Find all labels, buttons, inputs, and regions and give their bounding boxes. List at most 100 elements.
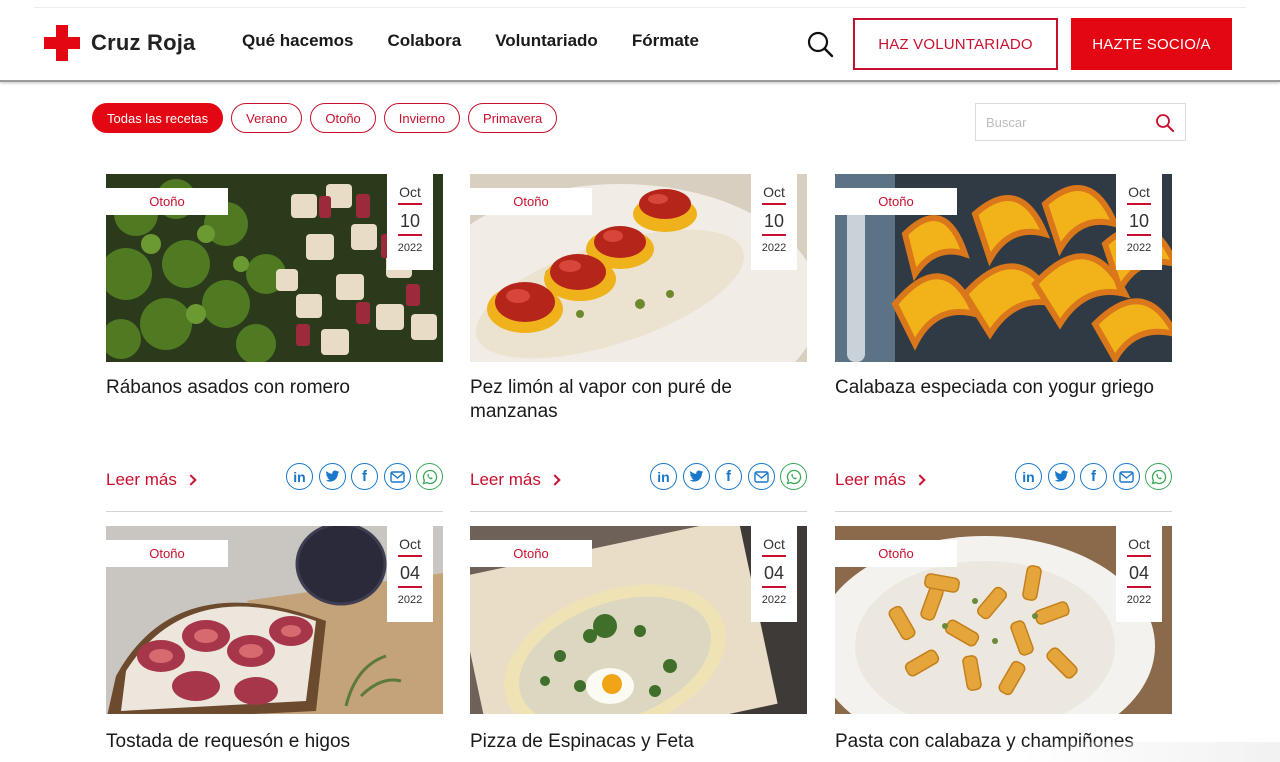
filter-verano[interactable]: Verano <box>231 103 303 133</box>
share-buttons: in f <box>1010 463 1172 490</box>
nav-item-colabora[interactable]: Colabora <box>388 31 462 51</box>
chevron-right-icon <box>185 474 197 486</box>
bottom-fade <box>1020 742 1280 762</box>
search-icon[interactable] <box>806 30 834 58</box>
twitter-icon[interactable] <box>1047 463 1075 490</box>
email-icon[interactable] <box>747 463 775 490</box>
date-divider <box>1127 555 1151 557</box>
date-divider <box>762 234 786 236</box>
read-more-label: Leer más <box>835 470 906 489</box>
share-buttons: in f <box>281 463 443 490</box>
season-tag: Otoño <box>835 540 957 567</box>
recipe-card: Otoño Oct 04 2022 Tostada de requesón e … <box>106 526 443 754</box>
recipe-image-calabaza[interactable]: Otoño Oct 10 2022 <box>835 174 1172 362</box>
date-day: 04 <box>763 563 785 583</box>
site-header: Cruz Roja Qué hacemos Colabora Voluntari… <box>0 0 1280 82</box>
recipe-title[interactable]: Pizza de Espinacas y Feta <box>470 730 790 754</box>
read-more-label: Leer más <box>470 470 541 489</box>
email-icon[interactable] <box>1112 463 1140 490</box>
read-more-link[interactable]: Leer más <box>106 470 197 490</box>
season-tag: Otoño <box>470 188 592 215</box>
facebook-icon[interactable]: f <box>1080 463 1107 490</box>
red-cross-icon <box>44 25 80 61</box>
recipe-title[interactable]: Rábanos asados con romero <box>106 376 426 400</box>
card-footer: Leer más in f <box>470 463 807 512</box>
date-day: 10 <box>399 211 421 231</box>
linkedin-icon[interactable]: in <box>1015 463 1042 490</box>
linkedin-icon[interactable]: in <box>286 463 313 490</box>
date-day: 04 <box>399 563 421 583</box>
filter-primavera[interactable]: Primavera <box>468 103 558 133</box>
date-badge: Oct 04 2022 <box>1116 526 1162 622</box>
chevron-right-icon <box>914 474 926 486</box>
date-month: Oct <box>763 536 785 552</box>
twitter-icon[interactable] <box>682 463 710 490</box>
season-filters: Todas las recetas Verano Otoño Invierno … <box>92 103 565 133</box>
header-top-divider <box>34 7 1246 8</box>
filter-invierno[interactable]: Invierno <box>383 103 461 133</box>
recipe-card: Otoño Oct 10 2022 Calabaza especiada con… <box>835 174 1172 512</box>
card-footer: Leer más in f <box>835 463 1172 512</box>
recipe-image-tostada[interactable]: Otoño Oct 04 2022 <box>106 526 443 714</box>
recipe-title[interactable]: Pez limón al vapor con puré de manzanas <box>470 376 790 424</box>
main-nav: Qué hacemos Colabora Voluntariado Fórmat… <box>242 31 733 51</box>
date-month: Oct <box>399 536 421 552</box>
date-year: 2022 <box>761 242 787 254</box>
filter-otono[interactable]: Otoño <box>310 103 376 133</box>
date-year: 2022 <box>397 594 423 606</box>
season-tag: Otoño <box>106 188 228 215</box>
volunteer-button[interactable]: HAZ VOLUNTARIADO <box>853 18 1058 70</box>
recipe-search <box>975 103 1186 141</box>
recipe-image-pizza[interactable]: Otoño Oct 04 2022 <box>470 526 807 714</box>
nav-item-formate[interactable]: Fórmate <box>632 31 699 51</box>
facebook-icon[interactable]: f <box>715 463 742 490</box>
nav-item-que-hacemos[interactable]: Qué hacemos <box>242 31 354 51</box>
read-more-link[interactable]: Leer más <box>835 470 926 490</box>
recipe-image-pasta[interactable]: Otoño Oct 04 2022 <box>835 526 1172 714</box>
date-divider <box>1127 586 1151 588</box>
linkedin-icon[interactable]: in <box>650 463 677 490</box>
recipe-image-pez-limon[interactable]: Otoño Oct 10 2022 <box>470 174 807 362</box>
recipe-card: Otoño Oct 04 2022 Pizza de Espinacas y F… <box>470 526 807 754</box>
recipe-card: Otoño Oct 10 2022 Pez limón al vapor con… <box>470 174 807 512</box>
card-footer: Leer más in f <box>106 463 443 512</box>
recipe-title[interactable]: Calabaza especiada con yogur griego <box>835 376 1155 400</box>
whatsapp-icon[interactable] <box>780 463 807 490</box>
search-icon[interactable] <box>1155 113 1175 133</box>
read-more-link[interactable]: Leer más <box>470 470 561 490</box>
season-tag: Otoño <box>470 540 592 567</box>
date-day: 10 <box>763 211 785 231</box>
whatsapp-icon[interactable] <box>1145 463 1172 490</box>
share-buttons: in f <box>645 463 807 490</box>
date-divider <box>398 203 422 205</box>
date-year: 2022 <box>1126 594 1152 606</box>
date-month: Oct <box>1128 536 1150 552</box>
date-badge: Oct 04 2022 <box>387 526 433 622</box>
date-divider <box>398 234 422 236</box>
date-year: 2022 <box>397 242 423 254</box>
date-divider <box>762 203 786 205</box>
nav-item-voluntariado[interactable]: Voluntariado <box>495 31 598 51</box>
whatsapp-icon[interactable] <box>416 463 443 490</box>
date-month: Oct <box>399 184 421 200</box>
recipe-card: Otoño Oct 10 2022 Rábanos asados con rom… <box>106 174 443 512</box>
chevron-right-icon <box>549 474 561 486</box>
email-icon[interactable] <box>383 463 411 490</box>
logo[interactable]: Cruz Roja <box>44 25 195 61</box>
recipe-image-rabanos[interactable]: Otoño Oct 10 2022 <box>106 174 443 362</box>
season-tag: Otoño <box>835 188 957 215</box>
date-badge: Oct 04 2022 <box>751 526 797 622</box>
twitter-icon[interactable] <box>318 463 346 490</box>
date-divider <box>398 555 422 557</box>
date-badge: Oct 10 2022 <box>387 174 433 270</box>
facebook-icon[interactable]: f <box>351 463 378 490</box>
date-year: 2022 <box>1126 242 1152 254</box>
recipe-title[interactable]: Tostada de requesón e higos <box>106 730 426 754</box>
date-month: Oct <box>763 184 785 200</box>
filter-todas[interactable]: Todas las recetas <box>92 103 224 133</box>
search-input[interactable] <box>976 104 1146 140</box>
read-more-label: Leer más <box>106 470 177 489</box>
become-member-button[interactable]: HAZTE SOCIO/A <box>1071 18 1232 70</box>
date-year: 2022 <box>761 594 787 606</box>
date-divider <box>398 586 422 588</box>
